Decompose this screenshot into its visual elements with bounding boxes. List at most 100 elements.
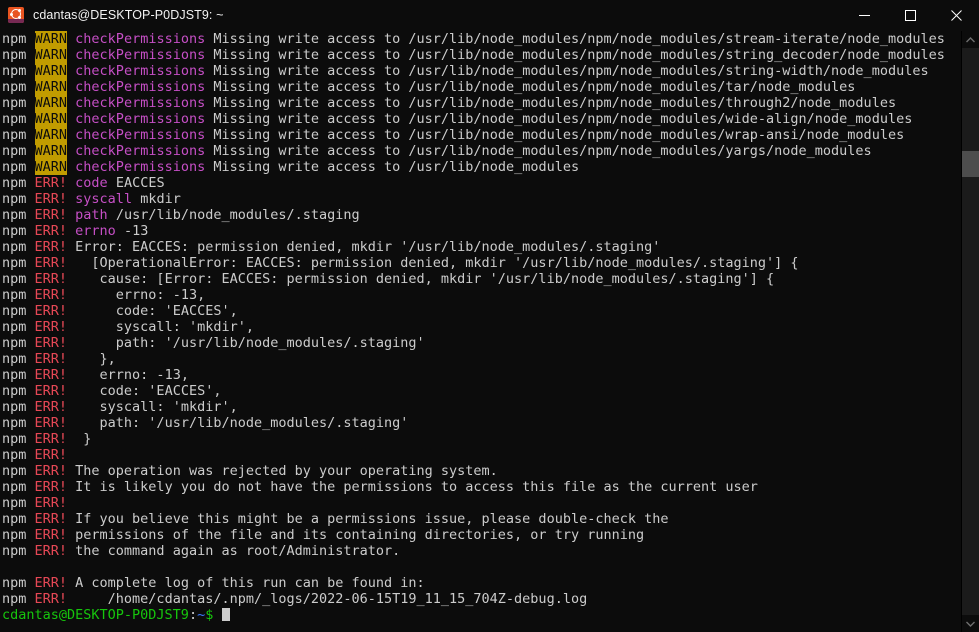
err-badge: ERR!: [34, 239, 68, 255]
err-text: }: [67, 431, 92, 447]
err-value: /usr/lib/node_modules/.staging: [107, 207, 360, 223]
terminal-line-error: npm ERR! code: 'EACCES',: [0, 303, 961, 319]
warn-badge: WARN: [34, 159, 68, 175]
err-value: EACCES: [107, 175, 165, 191]
err-key: errno: [75, 223, 116, 239]
npm-label: npm: [2, 527, 35, 543]
terminal-line-error: npm ERR! code EACCES: [0, 175, 961, 191]
npm-label: npm: [2, 287, 35, 303]
err-badge: ERR!: [34, 479, 68, 495]
prompt-user-host: cdantas@DESKTOP-P0DJST9: [2, 607, 189, 623]
warn-message: Missing write access to /usr/lib/node_mo…: [205, 95, 897, 111]
scroll-down-arrow[interactable]: [962, 615, 979, 632]
npm-label: npm: [2, 95, 35, 111]
terminal-line-error: npm ERR! path /usr/lib/node_modules/.sta…: [0, 207, 961, 223]
err-badge: ERR!: [34, 447, 68, 463]
err-badge: ERR!: [34, 463, 68, 479]
terminal-line-error: npm ERR! syscall mkdir: [0, 191, 961, 207]
terminal-line-error: npm ERR! errno: -13,: [0, 287, 961, 303]
terminal-line-error: npm ERR! errno -13: [0, 223, 961, 239]
warn-command: checkPermissions: [75, 143, 206, 159]
err-text: path: '/usr/lib/node_modules/.staging': [67, 415, 409, 431]
terminal-area: npm WARN checkPermissions Missing write …: [0, 31, 979, 632]
minimize-button[interactable]: [841, 0, 887, 30]
err-badge: ERR!: [34, 319, 68, 335]
scrollbar-thumb[interactable]: [962, 151, 979, 177]
npm-label: npm: [2, 63, 35, 79]
err-badge: ERR!: [34, 175, 68, 191]
terminal-line-error: npm ERR! errno: -13,: [0, 367, 961, 383]
err-text: cause: [Error: EACCES: permission denied…: [67, 271, 775, 287]
npm-label: npm: [2, 415, 35, 431]
terminal-line-error: npm ERR! Error: EACCES: permission denie…: [0, 239, 961, 255]
terminal-line-error: npm ERR! syscall: 'mkdir',: [0, 399, 961, 415]
warn-command: checkPermissions: [75, 111, 206, 127]
terminal-line-error: npm ERR! cause: [Error: EACCES: permissi…: [0, 271, 961, 287]
err-text: A complete log of this run can be found …: [67, 575, 425, 591]
err-text: Error: EACCES: permission denied, mkdir …: [67, 239, 661, 255]
scrollbar[interactable]: [961, 31, 979, 632]
terminal-line-error: npm ERR! code: 'EACCES',: [0, 383, 961, 399]
title-bar[interactable]: cdantas@DESKTOP-P0DJST9: ~: [0, 0, 979, 31]
warn-command: checkPermissions: [75, 47, 206, 63]
npm-label: npm: [2, 479, 35, 495]
warn-badge: WARN: [34, 111, 68, 127]
err-badge: ERR!: [34, 303, 68, 319]
ubuntu-icon: [8, 7, 24, 23]
npm-label: npm: [2, 79, 35, 95]
warn-command: checkPermissions: [75, 95, 206, 111]
err-badge: ERR!: [34, 207, 68, 223]
terminal-line-warn: npm WARN checkPermissions Missing write …: [0, 143, 961, 159]
npm-label: npm: [2, 239, 35, 255]
npm-label: npm: [2, 591, 35, 607]
npm-label: npm: [2, 207, 35, 223]
terminal-line-error: npm ERR! }: [0, 431, 961, 447]
err-text: code: 'EACCES',: [67, 383, 222, 399]
npm-label: npm: [2, 271, 35, 287]
err-badge: ERR!: [34, 383, 68, 399]
err-badge: ERR!: [34, 255, 68, 271]
err-badge: ERR!: [34, 335, 68, 351]
terminal-line-warn: npm WARN checkPermissions Missing write …: [0, 95, 961, 111]
warn-message: Missing write access to /usr/lib/node_mo…: [205, 159, 580, 175]
npm-label: npm: [2, 31, 35, 47]
err-badge: ERR!: [34, 191, 68, 207]
npm-label: npm: [2, 191, 35, 207]
terminal-cursor: [221, 608, 230, 621]
terminal-output[interactable]: npm WARN checkPermissions Missing write …: [0, 31, 961, 632]
scrollbar-track[interactable]: [962, 48, 979, 615]
warn-message: Missing write access to /usr/lib/node_mo…: [205, 31, 945, 47]
maximize-button[interactable]: [887, 0, 933, 30]
terminal-line-error: npm ERR! A complete log of this run can …: [0, 575, 961, 591]
warn-message: Missing write access to /usr/lib/node_mo…: [205, 111, 913, 127]
err-text: The operation was rejected by your opera…: [67, 463, 498, 479]
err-text: the command again as root/Administrator.: [67, 543, 401, 559]
window-title: cdantas@DESKTOP-P0DJST9: ~: [33, 8, 224, 22]
window-controls: [841, 0, 979, 30]
err-badge: ERR!: [34, 223, 68, 239]
terminal-line-error: npm ERR! path: '/usr/lib/node_modules/.s…: [0, 335, 961, 351]
err-text: It is likely you do not have the permiss…: [67, 479, 758, 495]
npm-label: npm: [2, 111, 35, 127]
terminal-line-error: npm ERR! If you believe this might be a …: [0, 511, 961, 527]
prompt-colon: :: [188, 607, 198, 623]
warn-command: checkPermissions: [75, 159, 206, 175]
err-badge: ERR!: [34, 527, 68, 543]
warn-command: checkPermissions: [75, 31, 206, 47]
npm-label: npm: [2, 399, 35, 415]
warn-message: Missing write access to /usr/lib/node_mo…: [205, 127, 905, 143]
err-text: },: [67, 351, 116, 367]
terminal-line-warn: npm WARN checkPermissions Missing write …: [0, 79, 961, 95]
scroll-up-arrow[interactable]: [962, 31, 979, 48]
err-text: permissions of the file and its containi…: [67, 527, 645, 543]
close-button[interactable]: [933, 0, 979, 30]
err-badge: ERR!: [34, 367, 68, 383]
err-text: path: '/usr/lib/node_modules/.staging': [67, 335, 425, 351]
err-badge: ERR!: [34, 575, 68, 591]
terminal-line-warn: npm WARN checkPermissions Missing write …: [0, 111, 961, 127]
terminal-line-error: npm ERR! permissions of the file and its…: [0, 527, 961, 543]
terminal-prompt-line: cdantas@DESKTOP-P0DJST9:~$: [0, 607, 961, 623]
warn-command: checkPermissions: [75, 63, 206, 79]
